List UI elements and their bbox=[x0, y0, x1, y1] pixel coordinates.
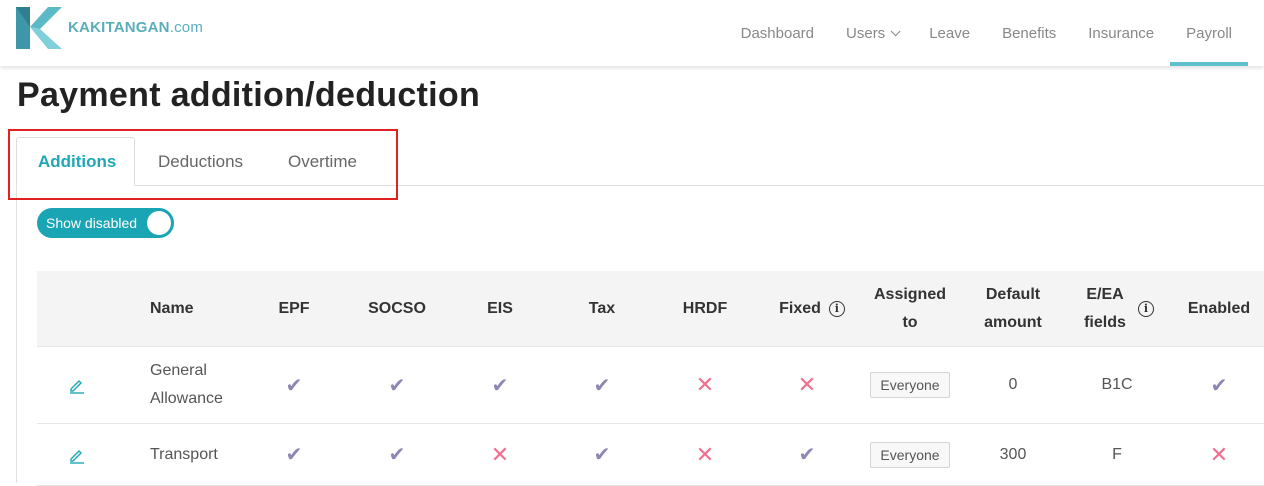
tabs-highlight-box bbox=[8, 129, 398, 200]
toggle-knob bbox=[147, 211, 171, 235]
assigned-badge: Everyone bbox=[865, 424, 955, 485]
default-amount: 300 bbox=[999, 445, 1027, 463]
default-amount: 0 bbox=[1008, 376, 1018, 393]
cross-icon: ✕ bbox=[695, 372, 715, 397]
check-icon: ✔ bbox=[593, 444, 611, 466]
col-header-ea-fields: E/EA fields i bbox=[1072, 271, 1162, 347]
assigned-badge: Everyone bbox=[865, 347, 955, 423]
cross-icon: ✕ bbox=[695, 441, 715, 467]
toggle-label: Show disabled bbox=[46, 215, 138, 231]
table-row: Transport ✔ ✔ ✕ ✔ ✕ ✔ Everyone 300 F ✕ bbox=[37, 424, 1264, 486]
table-row: General Allowance ✔ ✔ ✔ ✔ ✕ ✕ Everyone 0… bbox=[37, 347, 1264, 424]
check-icon: ✔ bbox=[285, 444, 303, 466]
col-header-eis: EIS bbox=[487, 300, 513, 317]
nav-benefits[interactable]: Benefits bbox=[986, 0, 1072, 66]
check-icon: ✔ bbox=[491, 374, 509, 397]
show-disabled-toggle[interactable]: Show disabled bbox=[37, 208, 174, 238]
main-nav: Dashboard Users Leave Benefits Insurance… bbox=[725, 0, 1264, 66]
page-title: Payment addition/deduction bbox=[17, 76, 481, 114]
col-header-default-amount: Default amount bbox=[984, 286, 1042, 331]
nav-payroll[interactable]: Payroll bbox=[1170, 0, 1248, 66]
check-icon: ✔ bbox=[798, 444, 816, 466]
check-icon: ✔ bbox=[593, 374, 611, 397]
cross-icon: ✕ bbox=[1209, 441, 1229, 467]
check-icon: ✔ bbox=[1210, 374, 1228, 397]
edit-icon[interactable] bbox=[57, 347, 97, 423]
table-header: Name EPF SOCSO EIS Tax HRDF Fixed i Assig… bbox=[37, 271, 1264, 347]
check-icon: ✔ bbox=[388, 444, 406, 466]
info-icon[interactable]: i bbox=[1138, 301, 1154, 317]
col-header-fixed: Fixed i bbox=[757, 271, 867, 347]
ea-field-value: B1C bbox=[1101, 376, 1133, 393]
col-header-tax: Tax bbox=[588, 300, 616, 317]
info-icon[interactable]: i bbox=[828, 301, 845, 317]
cross-icon: ✕ bbox=[490, 441, 510, 467]
brand-name[interactable]: KAKITANGAN.com bbox=[68, 19, 203, 36]
check-icon: ✔ bbox=[388, 374, 406, 397]
col-header-socso: SOCSO bbox=[368, 300, 426, 317]
kakitangan-logo-icon[interactable] bbox=[14, 5, 64, 51]
nav-insurance[interactable]: Insurance bbox=[1072, 0, 1170, 66]
row-name: General Allowance bbox=[150, 362, 223, 407]
col-header-name: Name bbox=[150, 300, 194, 317]
nav-users[interactable]: Users bbox=[830, 0, 913, 66]
nav-dashboard[interactable]: Dashboard bbox=[725, 0, 830, 66]
content-left-border bbox=[16, 185, 17, 483]
col-header-assigned-to: Assigned to bbox=[873, 286, 946, 331]
nav-leave[interactable]: Leave bbox=[913, 0, 986, 66]
col-header-enabled: Enabled bbox=[1187, 300, 1251, 317]
top-navbar: KAKITANGAN.com Dashboard Users Leave Ben… bbox=[0, 0, 1264, 66]
col-header-epf: EPF bbox=[278, 300, 310, 317]
ea-field-value: F bbox=[1112, 445, 1122, 463]
chevron-down-icon bbox=[890, 25, 901, 36]
cross-icon: ✕ bbox=[797, 372, 817, 397]
col-header-hrdf: HRDF bbox=[682, 300, 728, 317]
check-icon: ✔ bbox=[285, 374, 303, 397]
row-name: Transport bbox=[150, 445, 218, 463]
edit-icon[interactable] bbox=[57, 424, 97, 485]
